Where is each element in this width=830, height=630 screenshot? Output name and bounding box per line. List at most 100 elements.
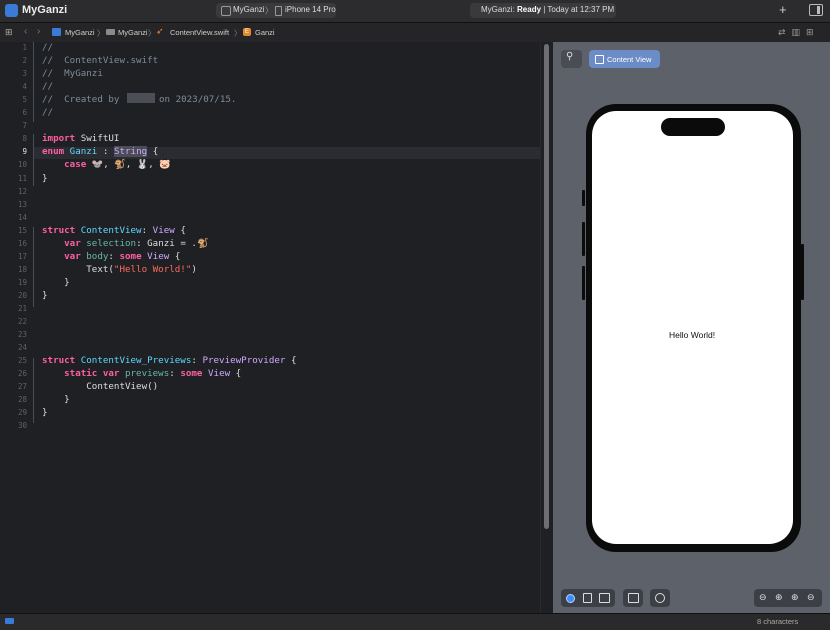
code-line[interactable]: } xyxy=(42,277,70,288)
zoom-actual-icon[interactable]: ⊖ xyxy=(807,592,815,603)
code-text: : xyxy=(141,224,153,236)
variants-icon[interactable] xyxy=(599,593,610,603)
selectable-mode-icon[interactable] xyxy=(583,593,592,603)
activity-status-text: MyGanzi: Ready | Today at 12:37 PM xyxy=(481,5,614,14)
zoom-fit-icon[interactable]: ⊕ xyxy=(791,592,799,603)
breadcrumb-group[interactable]: MyGanzi xyxy=(118,28,148,37)
debug-area-toggle-icon[interactable] xyxy=(5,618,14,624)
editor-options-icons[interactable]: ⇄▥⊞ xyxy=(778,27,820,38)
code-line[interactable]: case 🐭, 🐒, 🐰, 🐷 xyxy=(42,159,171,170)
code-line[interactable]: } xyxy=(42,394,70,405)
zoom-out-icon[interactable]: ⊖ xyxy=(759,592,767,603)
line-number: 19 xyxy=(17,277,27,287)
breadcrumb-file[interactable]: ContentView.swift xyxy=(170,28,229,37)
line-number: 11 xyxy=(17,173,27,183)
inspector-toggle-icon[interactable] xyxy=(809,4,823,16)
code-line[interactable]: struct ContentView: View { xyxy=(42,225,186,236)
code-line[interactable]: static var previews: some View { xyxy=(42,368,241,379)
code-line[interactable]: // xyxy=(42,107,53,118)
type-name: Ganzi xyxy=(64,146,103,158)
property-name: selection xyxy=(80,237,137,249)
line-number: 5 xyxy=(22,95,27,105)
line-number: 7 xyxy=(22,121,27,131)
project-icon xyxy=(52,28,61,36)
keyword: some xyxy=(119,250,142,262)
code-line[interactable]: // ContentView.swift xyxy=(42,55,158,66)
forward-chevron-icon[interactable]: › xyxy=(37,26,40,37)
swift-file-icon: ➶ xyxy=(156,26,164,36)
code-line[interactable]: // xyxy=(42,42,53,53)
breadcrumb-separator: 〉 xyxy=(234,29,242,38)
phone-side-button xyxy=(801,244,804,300)
status-state: Ready xyxy=(517,5,542,14)
character-count: 8 characters xyxy=(757,617,799,626)
type-name: View xyxy=(152,224,175,236)
code-line[interactable]: } xyxy=(42,173,48,184)
source-editor[interactable] xyxy=(0,42,540,613)
run-destination-label[interactable]: iPhone 14 Pro xyxy=(285,5,336,14)
keyword: some xyxy=(180,368,203,380)
breadcrumb-separator: 〉 xyxy=(148,29,156,38)
code-text: { xyxy=(174,224,186,236)
code-line[interactable]: import SwiftUI xyxy=(42,133,119,144)
live-preview-icon[interactable] xyxy=(566,594,575,603)
code-text: : xyxy=(102,146,114,158)
title-bar xyxy=(0,0,830,23)
code-line[interactable]: var selection: Ganzi = .🐒 xyxy=(42,238,208,249)
keyword: enum xyxy=(42,146,65,158)
line-number: 27 xyxy=(17,382,27,392)
keyword: var xyxy=(42,237,81,249)
code-line[interactable]: Text("Hello World!") xyxy=(42,264,197,275)
keyword: var xyxy=(42,250,81,262)
line-number: 4 xyxy=(22,82,27,92)
preview-screen[interactable] xyxy=(592,111,793,544)
code-line[interactable]: // xyxy=(42,81,53,92)
chevron-right-icon: 〉 xyxy=(265,6,273,15)
line-number: 20 xyxy=(17,290,27,300)
preview-icon xyxy=(595,55,604,64)
code-text: { xyxy=(230,368,242,380)
status-app-name: MyGanzi: xyxy=(481,5,518,14)
breadcrumb-separator: 〉 xyxy=(97,29,105,38)
line-number: 18 xyxy=(17,264,27,274)
keyword: struct xyxy=(42,355,76,367)
phone-side-button xyxy=(582,266,585,300)
back-chevron-icon[interactable]: ‹ xyxy=(24,26,27,37)
line-number: 14 xyxy=(17,212,27,222)
keyword: struct xyxy=(42,224,76,236)
code-text: { xyxy=(169,250,181,262)
plus-icon[interactable]: + xyxy=(779,2,787,17)
line-number: 29 xyxy=(17,408,27,418)
phone-side-button xyxy=(582,190,585,206)
line-number: 15 xyxy=(17,225,27,235)
keyword: static var xyxy=(42,368,120,380)
breadcrumb-symbol[interactable]: Ganzi xyxy=(255,28,275,37)
code-line[interactable]: ContentView() xyxy=(42,381,158,392)
selected-type[interactable]: String xyxy=(113,146,148,158)
code-line[interactable]: enum Ganzi : String { xyxy=(42,146,158,158)
code-line[interactable]: // MyGanzi xyxy=(42,68,103,79)
type-name: Ganzi xyxy=(147,237,175,249)
redacted-author xyxy=(127,93,155,103)
editor-scroll-thumb[interactable] xyxy=(544,44,549,529)
breadcrumb-project[interactable]: MyGanzi xyxy=(65,28,95,37)
code-line[interactable]: } xyxy=(42,290,48,301)
code-text: : xyxy=(191,355,203,367)
code-line[interactable]: var body: some View { xyxy=(42,251,180,262)
status-bar xyxy=(0,613,830,630)
canvas-settings-icon xyxy=(655,593,665,603)
line-number: 13 xyxy=(17,199,27,209)
preview-hello-text[interactable]: Hello World! xyxy=(669,330,715,340)
code-line[interactable]: } xyxy=(42,407,48,418)
type-name: View xyxy=(202,368,231,380)
comment-text: on 2023/07/15. xyxy=(153,94,237,106)
code-text: SwiftUI xyxy=(75,133,120,145)
pin-icon: ⚲ xyxy=(566,51,574,62)
scheme-target-label[interactable]: MyGanzi xyxy=(233,5,265,14)
line-number: 26 xyxy=(17,369,27,379)
code-line[interactable]: struct ContentView_Previews: PreviewProv… xyxy=(42,355,297,366)
code-text: ) xyxy=(191,263,197,275)
property-name: previews xyxy=(119,368,170,380)
related-items-grid-icon[interactable]: ⊞ xyxy=(5,27,13,38)
zoom-in-icon[interactable]: ⊕ xyxy=(775,592,783,603)
